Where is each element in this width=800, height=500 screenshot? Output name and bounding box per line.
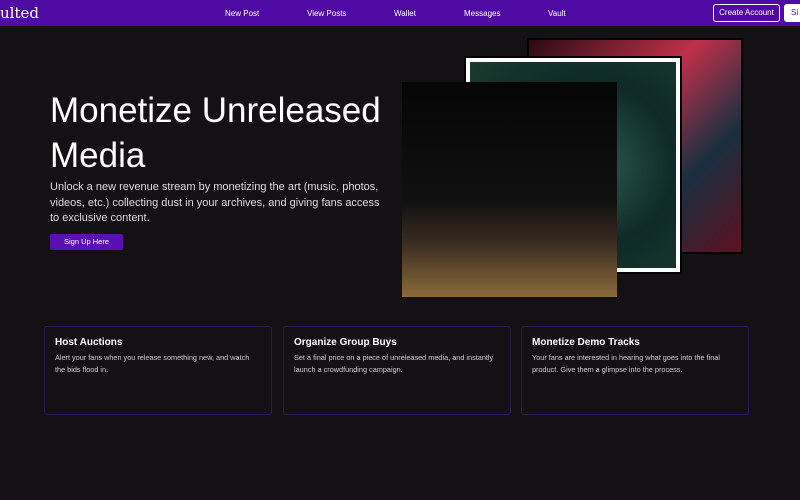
nav-new-post[interactable]: New Post: [225, 9, 259, 18]
sign-in-button[interactable]: Si: [784, 4, 800, 22]
feature-text: Set a final price on a piece of unreleas…: [294, 353, 494, 374]
hero-title: Monetize Unreleased Media: [50, 91, 381, 175]
feature-text: Alert your fans when you release somethi…: [55, 353, 250, 374]
feature-card-auctions: Host Auctions Alert your fans when you r…: [44, 326, 272, 415]
sign-up-button[interactable]: Sign Up Here: [50, 234, 123, 250]
hero-subtitle: Unlock a new revenue stream by monetizin…: [50, 181, 380, 224]
create-account-button[interactable]: Create Account: [713, 4, 780, 22]
feature-title: Host Auctions: [55, 337, 123, 348]
logo[interactable]: ulted: [0, 4, 39, 22]
nav-wallet[interactable]: Wallet: [394, 9, 416, 18]
top-nav: ulted New Post View Posts Wallet Message…: [0, 0, 800, 26]
media-image-basketball: [402, 82, 617, 297]
feature-text: Your fans are interested in hearing what…: [532, 353, 720, 374]
nav-messages[interactable]: Messages: [464, 9, 500, 18]
feature-title: Organize Group Buys: [294, 337, 397, 348]
nav-vault[interactable]: Vault: [548, 9, 566, 18]
feature-card-demo-tracks: Monetize Demo Tracks Your fans are inter…: [521, 326, 749, 415]
feature-card-group-buys: Organize Group Buys Set a final price on…: [283, 326, 511, 415]
feature-title: Monetize Demo Tracks: [532, 337, 640, 348]
nav-view-posts[interactable]: View Posts: [307, 9, 346, 18]
